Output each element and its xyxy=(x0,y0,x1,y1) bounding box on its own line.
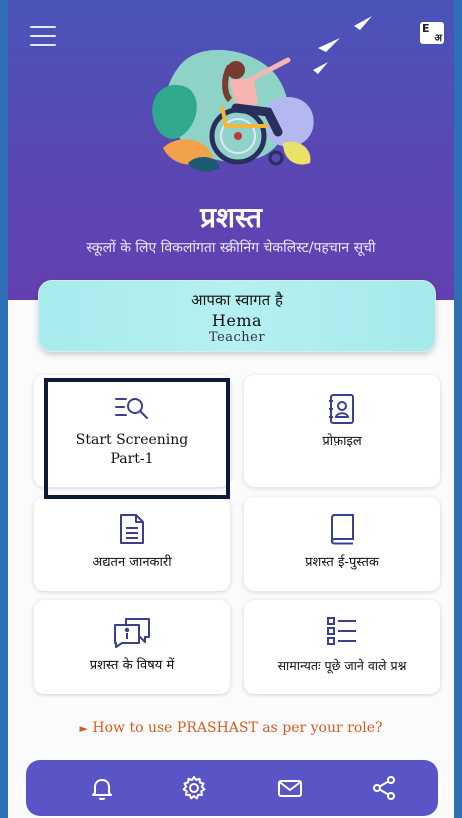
hero-banner: E अ प्रशस्त स्कूलों के लिए विकलांगता स्क… xyxy=(8,0,454,300)
faq-tile[interactable]: सामान्यतः पूछे जाने वाले प्रश्न xyxy=(244,600,440,694)
start-screening-label-line2: Part-1 xyxy=(110,451,154,467)
app-title: प्रशस्त xyxy=(200,201,262,234)
bell-icon[interactable] xyxy=(88,774,116,802)
start-screening-label-line1: Start Screening xyxy=(75,432,189,448)
book-icon xyxy=(330,514,354,545)
language-toggle-button[interactable]: E अ xyxy=(420,22,444,44)
play-triangle-icon: ► xyxy=(79,722,88,735)
search-list-icon xyxy=(115,398,148,419)
document-icon xyxy=(120,514,144,544)
language-hindi-label: अ xyxy=(434,33,442,44)
how-to-use-link[interactable]: ► How to use PRASHAST as per your role? xyxy=(8,720,454,736)
ebook-label: प्रशस्त ई-पुस्तक xyxy=(305,555,379,570)
profile-tile[interactable]: प्रोफ़ाइल xyxy=(244,375,440,487)
mail-icon[interactable] xyxy=(276,774,304,802)
ebook-tile[interactable]: प्रशस्त ई-पुस्तक xyxy=(244,497,440,591)
hamburger-menu-icon[interactable] xyxy=(30,26,56,46)
share-icon[interactable] xyxy=(370,774,398,802)
welcome-card: आपका स्वागत है Hema Teacher xyxy=(38,280,436,352)
profile-icon xyxy=(329,394,354,424)
wheelchair-user-illustration xyxy=(152,16,372,172)
info-chat-icon xyxy=(114,618,150,648)
how-to-use-text: How to use PRASHAST as per your role? xyxy=(92,720,383,736)
profile-label: प्रोफ़ाइल xyxy=(322,434,362,449)
faq-label: सामान्यतः पूछे जाने वाले प्रश्न xyxy=(277,658,407,673)
updates-tile[interactable]: अद्यतन जानकारी xyxy=(34,497,230,591)
bottom-navigation-bar xyxy=(26,760,438,816)
user-role: Teacher xyxy=(208,330,266,345)
about-label: प्रशस्त के विषय में xyxy=(89,658,175,673)
language-english-label: E xyxy=(422,22,430,35)
app-screen: E अ प्रशस्त स्कूलों के लिए विकलांगता स्क… xyxy=(8,0,454,818)
updates-label: अद्यतन जानकारी xyxy=(92,555,172,570)
start-screening-tile[interactable]: Start Screening Part-1 xyxy=(34,375,230,487)
faq-list-icon xyxy=(327,617,356,645)
welcome-greeting: आपका स्वागत है xyxy=(191,291,283,309)
app-subtitle: स्कूलों के लिए विकलांगता स्क्रीनिंग चेकल… xyxy=(86,240,376,256)
user-name: Hema xyxy=(211,311,263,330)
about-tile[interactable]: प्रशस्त के विषय में xyxy=(34,600,230,694)
gear-icon[interactable] xyxy=(180,774,208,802)
